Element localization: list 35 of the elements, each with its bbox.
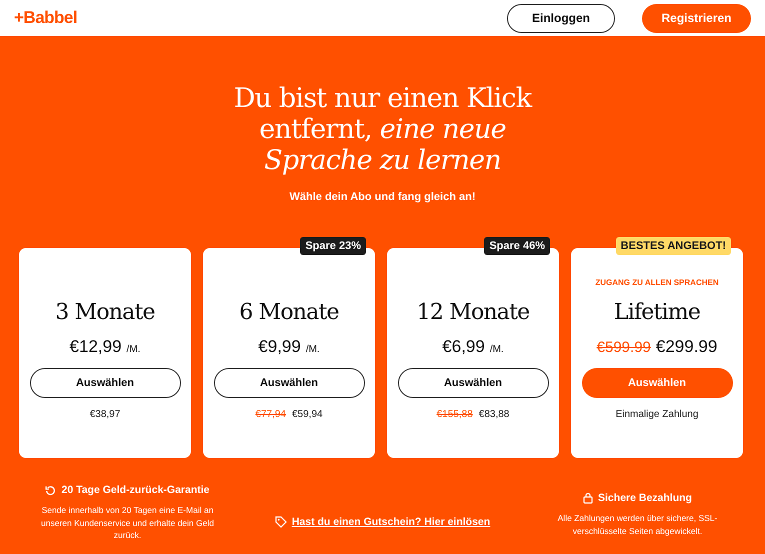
plan-eyebrow: ZUGANG ZU ALLEN SPRACHEN xyxy=(595,278,719,290)
total-price: €59,94 xyxy=(292,409,323,420)
plan-price: €9,99 xyxy=(258,337,301,358)
plan-price: €6,99 xyxy=(442,337,485,358)
payment-note: Einmalige Zahlung xyxy=(616,409,698,420)
plan-name: 12 Monate xyxy=(416,300,530,326)
hero-subtitle: Wähle dein Abo und fang gleich an! xyxy=(290,191,476,204)
plan-price: €12,99 xyxy=(70,337,122,358)
login-button[interactable]: Einloggen xyxy=(507,4,615,32)
total-price: €83,88 xyxy=(478,409,510,420)
select-button[interactable]: Auswählen xyxy=(30,368,180,398)
hero-title: Du bist nur einen Klick entfernt, eine neue Sprache zu lernen xyxy=(232,84,534,176)
plan-price: €299.99 xyxy=(656,337,718,358)
plan-name: 6 Monate xyxy=(239,300,339,326)
old-total: €155,88 xyxy=(436,409,473,420)
guarantee-text: Sende innerhalb von 20 Tagen eine E-Mail an unseren Kundenservice und erhalte dein Geld zurück. xyxy=(40,504,215,542)
security-text: Alle Zahlungen werden über sichere, SSL-verschlüsselte Seiten abgewickelt. xyxy=(556,512,718,537)
refresh-icon xyxy=(45,484,56,496)
plan-badge: BESTES ANGEBOT! xyxy=(616,237,731,256)
lock-icon xyxy=(583,492,594,504)
old-total: €77,94 xyxy=(255,409,286,420)
tag-icon xyxy=(274,516,287,528)
price-unit: /M. xyxy=(306,344,320,356)
guarantee-title: 20 Tage Geld-zurück-Garantie xyxy=(61,484,210,496)
plan-badge: Spare 23% xyxy=(300,237,366,256)
plan-name: Lifetime xyxy=(614,300,700,326)
security-title: Sichere Bezahlung xyxy=(598,492,692,504)
price-unit: /M. xyxy=(126,344,140,356)
price-unit: /M. xyxy=(490,344,504,356)
old-price: €599.99 xyxy=(596,339,651,356)
total-price: €38,97 xyxy=(90,409,120,420)
select-button[interactable]: Auswählen xyxy=(214,368,364,398)
plan-name: 3 Monate xyxy=(55,300,155,326)
select-button[interactable]: Auswählen xyxy=(398,368,548,398)
plan-badge: Spare 46% xyxy=(484,237,550,256)
